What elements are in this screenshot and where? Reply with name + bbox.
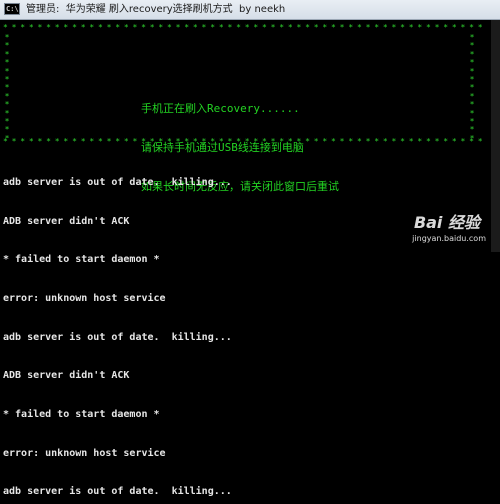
console-log: adb server is out of date. killing... AD… bbox=[3, 151, 483, 504]
log-line: adb server is out of date. killing... bbox=[3, 176, 232, 188]
log-line: ADB server didn't ACK bbox=[3, 370, 130, 382]
title-bar[interactable]: C:\ 管理员: 华为荣耀 刷入recovery选择刷机方式 by neekh bbox=[0, 0, 500, 20]
log-line: * failed to start daemon * bbox=[3, 254, 160, 266]
banner-right-border: * * * * * * * * * * * * * bbox=[469, 34, 475, 138]
banner-left-border: * * * * * * * * * * * * * bbox=[4, 34, 10, 138]
watermark-url: jingyan.baidu.com bbox=[412, 234, 486, 243]
log-line: error: unknown host service bbox=[3, 292, 166, 304]
console-window[interactable]: * * * * * * * * * * * * * * * * * * * * … bbox=[0, 20, 500, 497]
window-title: 管理员: 华为荣耀 刷入recovery选择刷机方式 by neekh bbox=[26, 4, 286, 15]
banner-line-flashing: 手机正在刷入Recovery...... bbox=[141, 102, 300, 115]
console-icon: C:\ bbox=[4, 3, 20, 15]
log-line: * failed to start daemon * bbox=[3, 409, 160, 421]
baidu-jingyan-watermark: Bai 经验 jingyan.baidu.com bbox=[366, 214, 486, 246]
watermark-logo: Bai 经验 bbox=[413, 213, 480, 232]
banner-top-border: * * * * * * * * * * * * * * * * * * * * … bbox=[3, 24, 487, 32]
vertical-scrollbar[interactable] bbox=[491, 20, 500, 252]
log-line: adb server is out of date. killing... bbox=[3, 486, 232, 498]
banner-box: * * * * * * * * * * * * * * * * * * * * … bbox=[3, 24, 487, 193]
log-line: error: unknown host service bbox=[3, 447, 166, 459]
log-line: adb server is out of date. killing... bbox=[3, 331, 232, 343]
